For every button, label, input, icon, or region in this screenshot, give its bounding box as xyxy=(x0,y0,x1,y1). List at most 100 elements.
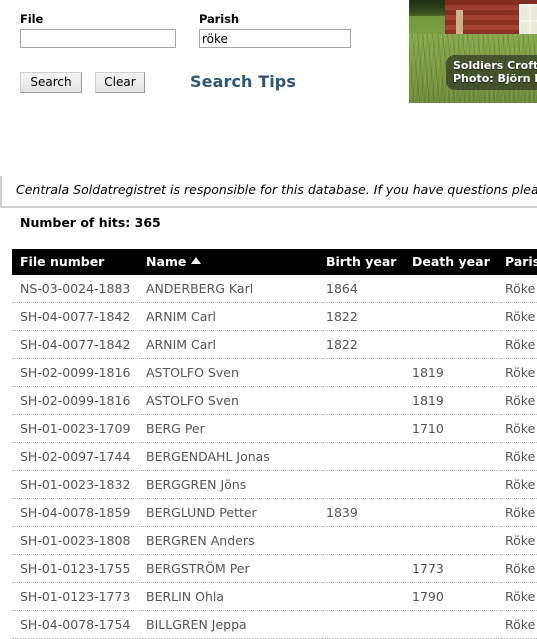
table-row[interactable]: SH-01-0023-1832 BERGGREN Jöns Röke xyxy=(12,470,537,499)
cell-birth xyxy=(322,442,408,471)
cell-birth: 1822 xyxy=(322,302,408,331)
parish-field-group: Parish xyxy=(199,12,351,48)
column-label-parish: Parish xyxy=(505,254,537,269)
cell-file: SH-02-0099-1816 xyxy=(12,358,142,387)
cell-death: 1790 xyxy=(408,582,501,611)
cell-name: ANDERBERG Karl xyxy=(142,275,322,303)
cell-file: SH-04-0078-1859 xyxy=(12,498,142,527)
cell-parish: Röke xyxy=(501,554,537,583)
cell-death xyxy=(408,275,501,303)
cell-death xyxy=(408,610,501,639)
cell-name: BILLGREN Jeppa xyxy=(142,610,322,639)
column-header-file-number[interactable]: File number xyxy=(12,249,142,275)
table-row[interactable]: SH-02-0099-1816 ASTOLFO Sven 1819 Röke xyxy=(12,358,537,387)
results-table: File number Name Birth year Death year P… xyxy=(12,249,537,639)
cell-file: SH-01-0123-1773 xyxy=(12,582,142,611)
column-header-name[interactable]: Name xyxy=(142,249,322,275)
parish-label: Parish xyxy=(199,12,239,26)
file-field-group: File xyxy=(20,12,176,48)
number-of-hits: Number of hits: 365 xyxy=(20,215,161,230)
cell-death xyxy=(408,442,501,471)
cell-death: 1819 xyxy=(408,386,501,415)
cell-parish: Röke xyxy=(501,582,537,611)
cell-file: NS-03-0024-1883 xyxy=(12,275,142,303)
column-label-file-number: File number xyxy=(20,254,105,269)
table-row[interactable]: SH-01-0023-1808 BERGREN Anders Röke xyxy=(12,526,537,555)
cell-birth: 1822 xyxy=(322,330,408,359)
table-row[interactable]: SH-04-0078-1859 BERGLUND Petter 1839 Röke xyxy=(12,498,537,527)
table-row[interactable]: NS-03-0024-1883 ANDERBERG Karl 1864 Röke xyxy=(12,275,537,303)
cell-parish: Röke xyxy=(501,275,537,303)
cell-file: SH-04-0077-1842 xyxy=(12,330,142,359)
cell-death xyxy=(408,498,501,527)
cell-file: SH-01-0123-1755 xyxy=(12,554,142,583)
column-label-birth-year: Birth year xyxy=(326,254,397,269)
column-label-death-year: Death year xyxy=(412,254,490,269)
cell-birth: 1839 xyxy=(322,498,408,527)
cell-birth xyxy=(322,526,408,555)
table-row[interactable]: SH-04-0078-1754 BILLGREN Jeppa Röke xyxy=(12,610,537,639)
photo-caption: Soldiers Croft 8 Photo: Björn Lip xyxy=(446,55,537,90)
cell-name: BERG Per xyxy=(142,414,322,443)
search-form: File Parish Search Clear Search Tips Sol… xyxy=(0,0,537,104)
clear-button[interactable]: Clear xyxy=(95,72,145,93)
column-header-birth-year[interactable]: Birth year xyxy=(322,249,408,275)
cell-death xyxy=(408,302,501,331)
cell-file: SH-04-0077-1842 xyxy=(12,302,142,331)
cell-name: ASTOLFO Sven xyxy=(142,386,322,415)
cell-death: 1710 xyxy=(408,414,501,443)
cell-birth xyxy=(322,582,408,611)
parish-input[interactable] xyxy=(199,29,351,48)
cell-death: 1773 xyxy=(408,554,501,583)
table-row[interactable]: SH-01-0023-1709 BERG Per 1710 Röke xyxy=(12,414,537,443)
table-row[interactable]: SH-02-0099-1816 ASTOLFO Sven 1819 Röke xyxy=(12,386,537,415)
search-button[interactable]: Search xyxy=(20,72,82,93)
cell-name: ASTOLFO Sven xyxy=(142,358,322,387)
results-table-head: File number Name Birth year Death year P… xyxy=(12,249,537,275)
cell-name: ARNIM Carl xyxy=(142,330,322,359)
cell-file: SH-01-0023-1808 xyxy=(12,526,142,555)
column-header-death-year[interactable]: Death year xyxy=(408,249,501,275)
sort-ascending-icon xyxy=(191,257,202,264)
file-input[interactable] xyxy=(20,29,176,48)
table-row[interactable]: SH-01-0123-1773 BERLIN Ohla 1790 Röke xyxy=(12,582,537,611)
cell-birth xyxy=(322,554,408,583)
cell-birth xyxy=(322,470,408,499)
cell-name: BERGGREN Jöns xyxy=(142,470,322,499)
cell-death xyxy=(408,470,501,499)
database-notice: Centrala Soldatregistret is responsible … xyxy=(0,176,537,208)
photo-cottage-window xyxy=(519,4,537,38)
cell-name: BERLIN Ohla xyxy=(142,582,322,611)
cell-parish: Röke xyxy=(501,330,537,359)
table-row[interactable]: SH-02-0097-1744 BERGENDAHL Jonas Röke xyxy=(12,442,537,471)
file-label: File xyxy=(20,12,44,26)
photo-caption-line1: Soldiers Croft 8 xyxy=(453,59,537,72)
cell-parish: Röke xyxy=(501,610,537,639)
search-tips-link[interactable]: Search Tips xyxy=(190,72,296,91)
cell-birth: 1864 xyxy=(322,275,408,303)
cell-death: 1819 xyxy=(408,358,501,387)
cell-file: SH-04-0078-1754 xyxy=(12,610,142,639)
cell-parish: Röke xyxy=(501,526,537,555)
cell-parish: Röke xyxy=(501,358,537,387)
table-row[interactable]: SH-04-0077-1842 ARNIM Carl 1822 Röke xyxy=(12,302,537,331)
cell-parish: Röke xyxy=(501,414,537,443)
cell-birth xyxy=(322,414,408,443)
photo-caption-line2: Photo: Björn Lip xyxy=(453,72,537,85)
table-row[interactable]: SH-01-0123-1755 BERGSTRÖM Per 1773 Röke xyxy=(12,554,537,583)
column-header-parish[interactable]: Parish xyxy=(501,249,537,275)
cell-death xyxy=(408,526,501,555)
database-notice-text: Centrala Soldatregistret is responsible … xyxy=(16,182,537,197)
cell-name: BERGREN Anders xyxy=(142,526,322,555)
cell-parish: Röke xyxy=(501,442,537,471)
cell-name: BERGENDAHL Jonas xyxy=(142,442,322,471)
cell-file: SH-02-0097-1744 xyxy=(12,442,142,471)
cell-birth xyxy=(322,358,408,387)
hits-row: Number of hits: 365 xyxy=(0,210,537,238)
cell-name: ARNIM Carl xyxy=(142,302,322,331)
cell-parish: Röke xyxy=(501,386,537,415)
results-table-body: NS-03-0024-1883 ANDERBERG Karl 1864 Röke SH-… xyxy=(12,275,537,639)
table-row[interactable]: SH-04-0077-1842 ARNIM Carl 1822 Röke xyxy=(12,330,537,359)
cell-parish: Röke xyxy=(501,498,537,527)
cell-file: SH-01-0023-1709 xyxy=(12,414,142,443)
